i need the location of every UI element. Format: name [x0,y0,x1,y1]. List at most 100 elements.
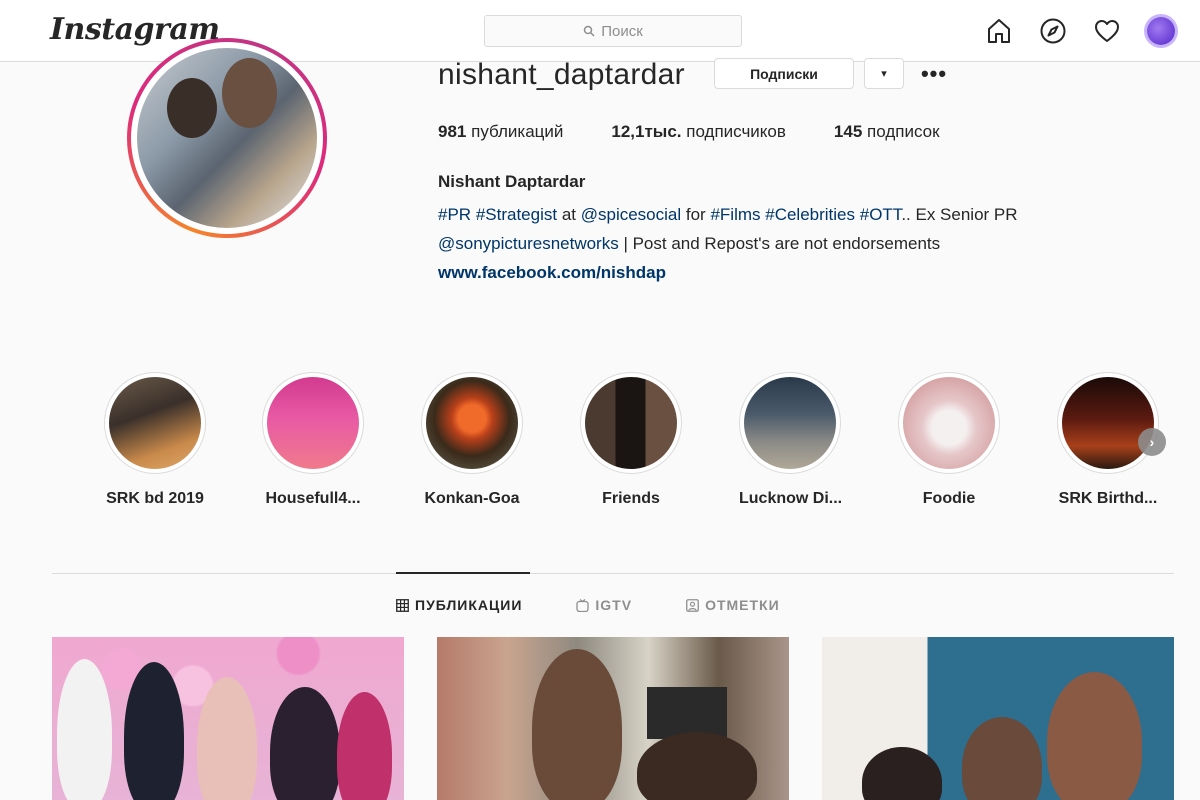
profile-bio: #PR #Strategist at @spicesocial for #Fil… [438,200,1138,287]
highlight-ring [580,372,682,474]
nav-icons [984,16,1176,46]
highlight-item[interactable]: SRK bd 2019 [104,372,206,508]
post-thumbnail[interactable] [52,637,404,800]
profile-full-name: Nishant Daptardar [438,172,586,191]
website-link[interactable]: www.facebook.com/nishdap [438,263,666,282]
igtv-icon [576,598,590,612]
highlight-ring [104,372,206,474]
highlight-cover [1062,377,1154,469]
photo-figure [337,692,392,800]
stat-followers[interactable]: 12,1тыс. подписчиков [611,122,786,142]
highlight-ring [1057,372,1159,474]
photo-figure [57,659,112,800]
mention-link[interactable]: @spicesocial [581,205,681,224]
posts-count: 981 [438,122,467,141]
highlight-cover [267,377,359,469]
following-count: 145 [833,122,863,141]
profile-avatar[interactable] [1146,16,1176,46]
tab-tagged[interactable]: ОТМЕТКИ [686,597,780,613]
post-thumbnail[interactable] [822,637,1174,800]
posts-grid [52,637,1174,800]
highlight-item[interactable]: Konkan-Goa [421,372,523,508]
highlight-cover [903,377,995,469]
posts-label: публикаций [471,122,564,141]
profile-username: nishant_daptardar [438,58,685,91]
profile-picture [137,48,317,228]
hashtag-link[interactable]: #Films [710,205,760,224]
stat-posts: 981 публикаций [438,122,563,142]
active-tab-indicator [396,572,530,574]
highlight-cover [426,377,518,469]
highlight-label: Friends [602,490,660,507]
more-icon: ••• [920,60,948,86]
highlight-item[interactable]: Friends [580,372,682,508]
tab-label: ОТМЕТКИ [705,597,780,613]
tab-igtv[interactable]: IGTV [576,597,632,613]
hashtag-link[interactable]: #Celebrities [765,205,855,224]
grid-icon [396,598,409,612]
following-button[interactable]: Подписки [714,58,854,89]
photo-figure [124,662,184,800]
photo-figure [270,687,340,800]
story-highlights: SRK bd 2019 Housefull4... Konkan-Goa Fri… [104,372,1164,512]
highlight-label: Konkan-Goa [424,490,520,507]
highlight-ring [739,372,841,474]
bio-text: .. Ex Senior PR [901,205,1018,224]
profile-stats: 981 публикаций 12,1тыс. подписчиков 145 … [438,122,940,142]
post-thumbnail[interactable] [437,637,789,800]
bio-line-1: #PR #Strategist at @spicesocial for #Fil… [438,200,1138,229]
tab-posts[interactable]: ПУБЛИКАЦИИ [396,597,522,613]
stat-following[interactable]: 145 подписок [834,122,940,142]
photo-figure [532,649,622,800]
tab-label: ПУБЛИКАЦИИ [415,597,523,613]
bio-text: for [685,205,706,224]
photo-tv [647,687,727,739]
explore-icon[interactable] [1038,16,1068,46]
hashtag-link[interactable]: #OTT [860,205,902,224]
photo-figure [197,677,257,800]
hashtag-link[interactable]: #PR [438,205,471,224]
following-label: подписок [867,122,940,141]
profile-picture-frame [131,42,323,234]
photo-figure [637,732,757,800]
instagram-logo[interactable]: Instagram [50,12,220,47]
highlight-cover [585,377,677,469]
search-input[interactable]: Поиск [484,15,742,47]
highlight-label: Lucknow Di... [739,490,843,507]
tagged-icon [686,598,699,612]
profile-tabs: ПУБЛИКАЦИИ IGTV ОТМЕТКИ [396,597,780,613]
photo-figure [962,717,1042,800]
highlight-item[interactable]: Housefull4... [262,372,364,508]
hashtag-link[interactable]: #Strategist [476,205,557,224]
followers-label: подписчиков [686,122,786,141]
bio-line-2: @sonypicturesnetworks | Post and Repost'… [438,229,1138,258]
chevron-down-icon: ▾ [881,68,887,80]
highlights-next-button[interactable]: › [1138,428,1166,456]
profile-picture-story-ring[interactable] [127,38,327,238]
mention-link[interactable]: @sonypicturesnetworks [438,234,619,253]
tab-label: IGTV [595,597,633,613]
tabs-divider [52,573,1174,574]
highlight-cover [109,377,201,469]
highlight-label: SRK Birthd... [1058,490,1158,507]
home-icon[interactable] [984,16,1014,46]
highlight-label: Foodie [922,490,976,507]
photo-figure [862,747,942,800]
highlight-ring [421,372,523,474]
highlight-label: SRK bd 2019 [106,490,204,507]
bio-text: | Post and Repost's are not endorsements [623,234,941,253]
photo-figure [1047,672,1142,800]
more-options-button[interactable]: ••• [918,58,950,89]
highlight-label: Housefull4... [265,490,361,507]
highlight-ring [262,372,364,474]
highlight-item[interactable]: Lucknow Di... [739,372,843,508]
avatar [1147,17,1175,45]
heart-icon[interactable] [1092,16,1122,46]
search-placeholder: Поиск [601,22,643,40]
chevron-right-icon: › [1149,434,1155,450]
highlight-item[interactable]: Foodie [898,372,1000,508]
suggestions-dropdown-button[interactable]: ▾ [864,58,904,89]
highlight-ring [898,372,1000,474]
bio-line-3: www.facebook.com/nishdap [438,258,1138,287]
search-icon [583,25,595,37]
